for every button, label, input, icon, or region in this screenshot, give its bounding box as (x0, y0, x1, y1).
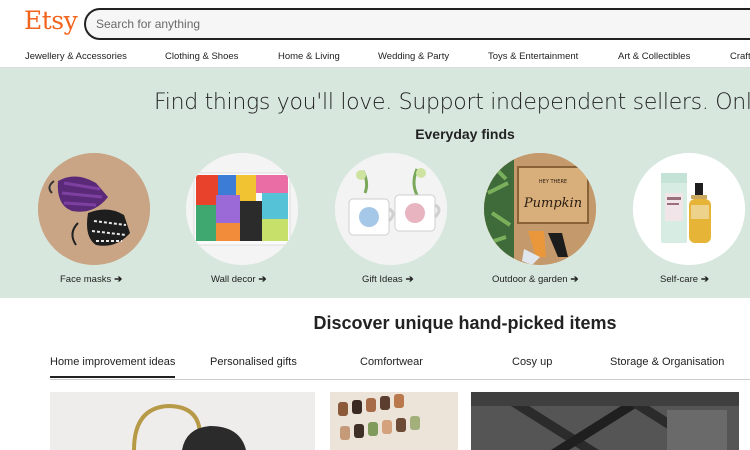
search-bar[interactable] (84, 8, 750, 40)
site-header: Etsy (0, 0, 750, 46)
self-care-image[interactable] (633, 153, 745, 265)
svg-text:Pumpkin: Pumpkin (523, 196, 582, 211)
self-care-link[interactable]: Self-care ➔ (660, 274, 709, 285)
outdoor-garden-image[interactable]: Pumpkin HEY THERE (484, 153, 596, 265)
arrow-right-icon: ➔ (701, 274, 709, 285)
face-masks-link[interactable]: Face masks ➔ (60, 274, 122, 285)
hero-title: Find things you'll love. Support indepen… (154, 90, 750, 115)
face-masks-label: Face masks (60, 274, 112, 285)
tabs-divider (50, 379, 750, 380)
category-link-toys[interactable]: Toys & Entertainment (488, 51, 578, 62)
category-nav: Jewellery & Accessories Clothing & Shoes… (0, 46, 750, 68)
category-link-wedding[interactable]: Wedding & Party (378, 51, 449, 62)
tab-personalised-gifts[interactable]: Personalised gifts (210, 356, 297, 368)
hero-banner: Find things you'll love. Support indepen… (0, 68, 750, 298)
wall-decor-image[interactable] (186, 153, 298, 265)
tab-storage-organisation[interactable]: Storage & Organisation (610, 356, 724, 368)
category-link-jewellery[interactable]: Jewellery & Accessories (25, 51, 127, 62)
etsy-logo[interactable]: Etsy (24, 6, 78, 35)
category-link-home[interactable]: Home & Living (278, 51, 340, 62)
hero-subtitle: Everyday finds (415, 126, 515, 142)
category-link-craft[interactable]: Craft (730, 51, 750, 62)
tab-cosy-up[interactable]: Cosy up (512, 356, 552, 368)
wall-decor-label: Wall decor (211, 274, 256, 285)
arrow-right-icon: ➔ (570, 274, 579, 285)
self-care-label: Self-care (660, 274, 699, 285)
search-input[interactable] (96, 15, 696, 33)
face-masks-image[interactable] (38, 153, 150, 265)
product-card-hooks[interactable] (330, 392, 458, 450)
gift-ideas-label: Gift Ideas (362, 274, 403, 285)
category-link-art[interactable]: Art & Collectibles (618, 51, 690, 62)
product-card-table-legs[interactable] (471, 392, 739, 450)
doormat-text: HEY THERE (539, 179, 567, 185)
discover-tabs: Home improvement ideas Personalised gift… (0, 356, 750, 380)
discover-heading: Discover unique hand-picked items (313, 313, 617, 333)
tab-home-improvement[interactable]: Home improvement ideas (50, 356, 176, 378)
arrow-right-icon: ➔ (114, 274, 123, 285)
gift-ideas-image[interactable] (335, 153, 447, 265)
arrow-right-icon: ➔ (405, 274, 414, 285)
product-card-lamp[interactable] (50, 392, 315, 450)
arrow-right-icon: ➔ (258, 274, 267, 285)
wall-decor-link[interactable]: Wall decor ➔ (211, 274, 267, 285)
outdoor-garden-label: Outdoor & garden (492, 274, 568, 285)
tab-comfortwear[interactable]: Comfortwear (360, 356, 423, 368)
outdoor-garden-link[interactable]: Outdoor & garden ➔ (492, 274, 579, 285)
gift-ideas-link[interactable]: Gift Ideas ➔ (362, 274, 414, 285)
category-link-clothing[interactable]: Clothing & Shoes (165, 51, 238, 62)
